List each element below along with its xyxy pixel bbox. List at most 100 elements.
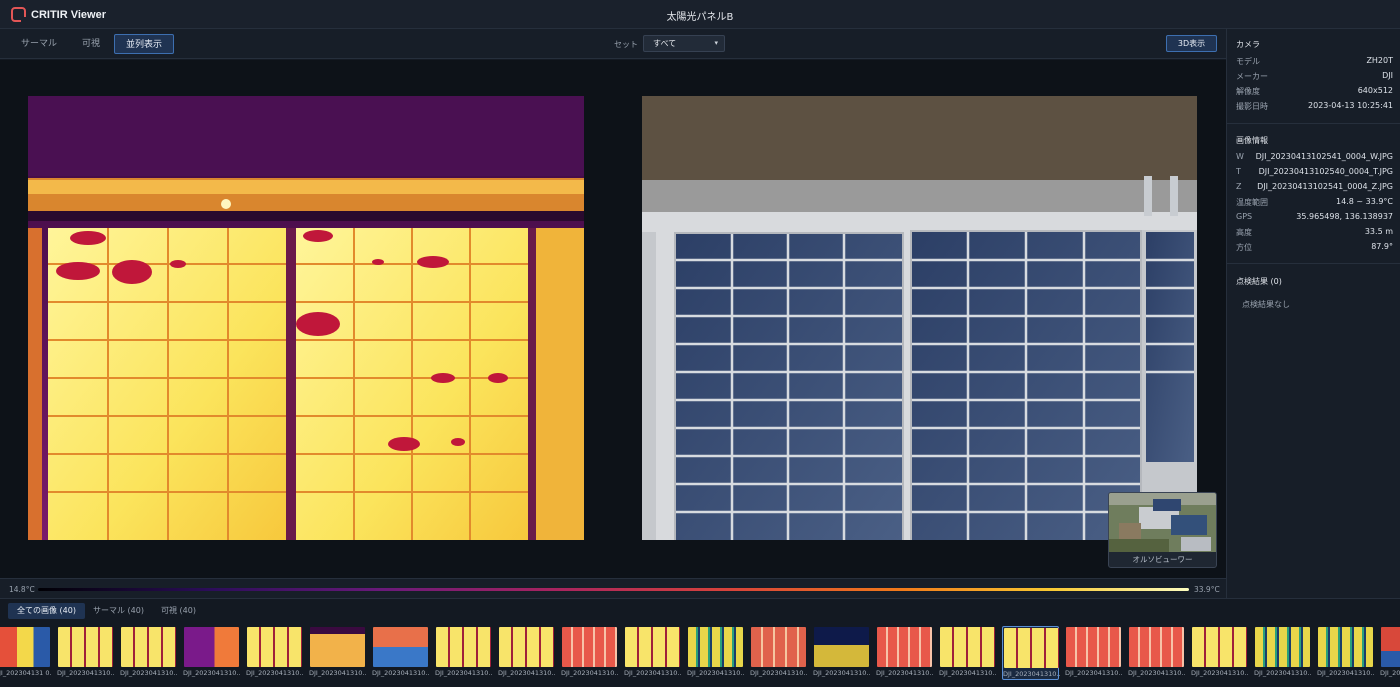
inspection-section-title: 点検結果 (0) bbox=[1236, 277, 1282, 286]
tab-visible[interactable]: 可視 bbox=[75, 34, 107, 54]
ortho-map-image bbox=[1109, 493, 1216, 552]
set-select[interactable]: すべて ▾ bbox=[643, 35, 725, 52]
thumbnail-label: DJI_2023041310... bbox=[1380, 669, 1400, 677]
visible-image-graphic bbox=[642, 96, 1197, 540]
thumbnail-image bbox=[1192, 627, 1247, 667]
filter-tab-thermal[interactable]: サーマル (40) bbox=[84, 603, 153, 619]
thumbnail[interactable]: DJI_2023041310... bbox=[1317, 626, 1374, 680]
thumbnail[interactable]: DJI_2023041310... bbox=[624, 626, 681, 680]
section-divider bbox=[1227, 123, 1400, 124]
thumbnail[interactable]: DJI_2023041310... bbox=[939, 626, 996, 680]
thumbnail-image bbox=[751, 627, 806, 667]
section-divider bbox=[1227, 263, 1400, 264]
camera-section-title: カメラ bbox=[1236, 40, 1260, 49]
thumbnail-image bbox=[310, 627, 365, 667]
thumbnail-label: DJI_2023041310... bbox=[1191, 669, 1248, 677]
thumbnail-label: DJI_2023041310... bbox=[1128, 669, 1185, 677]
thumbnail[interactable]: DJI_2023041310... bbox=[309, 626, 366, 680]
thumbnail-label: DJI_2023041310... bbox=[1003, 670, 1060, 678]
row-value: 640x512 bbox=[1357, 86, 1393, 95]
thumbnail[interactable]: DJI_2023041310... bbox=[246, 626, 303, 680]
color-scale-gradient bbox=[38, 588, 1189, 591]
thumbnail[interactable]: DJI_2023041310... bbox=[1065, 626, 1122, 680]
camera-maker-row: メーカー DJI bbox=[1236, 71, 1393, 86]
heading-row: 方位 87.9° bbox=[1236, 242, 1393, 257]
thumbnail-image bbox=[1004, 628, 1059, 668]
thumbnail-image bbox=[0, 627, 50, 667]
thumbnail-label: DJI_2023041310... bbox=[687, 669, 744, 677]
thumbnail[interactable]: DJI_2023041310... bbox=[876, 626, 933, 680]
thumbnail-label: DJI_2023041310... bbox=[813, 669, 870, 677]
thumbnail[interactable]: DJI_202304131 0... bbox=[0, 626, 51, 680]
row-value: 14.8 ~ 33.9°C bbox=[1336, 197, 1393, 206]
thumbnail-label: DJI_2023041310... bbox=[372, 669, 429, 677]
thumbnail-label: DJI_2023041310... bbox=[624, 669, 681, 677]
row-key: W bbox=[1236, 152, 1244, 161]
thumbnail[interactable]: DJI_2023041310... bbox=[1380, 626, 1400, 680]
thumbnail-label: DJI_2023041310... bbox=[498, 669, 555, 677]
thumbnail[interactable]: DJI_2023041310... bbox=[435, 626, 492, 680]
thumbnail-label: DJI_2023041310... bbox=[57, 669, 114, 677]
thumbnail[interactable]: DJI_2023041310... bbox=[183, 626, 240, 680]
tab-thermal[interactable]: サーマル bbox=[12, 34, 66, 54]
thumbnail-image bbox=[58, 627, 113, 667]
row-key: T bbox=[1236, 167, 1241, 176]
filter-tab-visible[interactable]: 可視 (40) bbox=[152, 603, 205, 619]
image-filmstrip: 全ての画像 (40) サーマル (40) 可視 (40) DJI_2023041… bbox=[0, 598, 1400, 687]
visible-image[interactable] bbox=[642, 96, 1197, 540]
row-value: 35.965498, 136.138937 bbox=[1296, 212, 1393, 221]
thumbnail-image bbox=[1129, 627, 1184, 667]
thumbnail[interactable]: DJI_2023041310... bbox=[687, 626, 744, 680]
row-key: メーカー bbox=[1236, 72, 1268, 81]
thumbnail[interactable]: DJI_2023041310... bbox=[120, 626, 177, 680]
row-value: 33.5 m bbox=[1364, 227, 1393, 236]
row-key: モデル bbox=[1236, 57, 1260, 66]
filter-tab-all[interactable]: 全ての画像 (40) bbox=[8, 603, 85, 619]
camera-model-row: モデル ZH20T bbox=[1236, 56, 1393, 71]
inspection-empty-message: 点検結果なし bbox=[1242, 300, 1290, 309]
scale-min-label: 14.8°C bbox=[9, 585, 35, 594]
thumbnail[interactable]: DJI_2023041310... bbox=[57, 626, 114, 680]
image-w-row: W DJI_20230413102541_0004_W.JPG bbox=[1236, 152, 1393, 167]
image-z-row: Z DJI_20230413102541_0004_Z.JPG bbox=[1236, 182, 1393, 197]
thumbnail-image bbox=[373, 627, 428, 667]
row-key: 撮影日時 bbox=[1236, 102, 1268, 111]
temperature-scale: 14.8°C 33.9°C bbox=[0, 578, 1226, 598]
thumbnail-image bbox=[940, 627, 995, 667]
thumbnail-image bbox=[121, 627, 176, 667]
thumbnail-label: DJI_2023041310... bbox=[1317, 669, 1374, 677]
thumbnail-image bbox=[625, 627, 680, 667]
row-key: 方位 bbox=[1236, 243, 1252, 252]
thumbnail[interactable]: DJI_2023041310... bbox=[498, 626, 555, 680]
thumbnail[interactable]: DJI_2023041310... bbox=[561, 626, 618, 680]
thumbnail[interactable]: DJI_2023041310... bbox=[1128, 626, 1185, 680]
scale-max-label: 33.9°C bbox=[1194, 585, 1220, 594]
thumbnail-label: DJI_2023041310... bbox=[120, 669, 177, 677]
temperature-range-row: 温度範囲 14.8 ~ 33.9°C bbox=[1236, 197, 1393, 212]
view-3d-button[interactable]: 3D表示 bbox=[1166, 35, 1217, 52]
tab-side-by-side[interactable]: 並列表示 bbox=[114, 34, 174, 54]
thumbnail-image bbox=[814, 627, 869, 667]
document-title: 太陽光パネルB bbox=[666, 12, 734, 23]
thumbnail-label: DJI_2023041310... bbox=[309, 669, 366, 677]
thumbnail-label: DJI_202304131 0... bbox=[0, 669, 51, 677]
row-value: DJI_20230413102540_0004_T.JPG bbox=[1258, 167, 1393, 176]
thumbnail-label: DJI_2023041310... bbox=[876, 669, 933, 677]
thermal-image-graphic bbox=[28, 96, 584, 540]
thumbnail-label: DJI_2023041310... bbox=[939, 669, 996, 677]
ortho-viewer-label: オルソビューワー bbox=[1132, 555, 1193, 564]
thermal-image[interactable] bbox=[28, 96, 584, 540]
thumbnail-label: DJI_2023041310... bbox=[183, 669, 240, 677]
row-value: 87.9° bbox=[1371, 242, 1393, 251]
ortho-viewer[interactable]: オルソビューワー bbox=[1108, 492, 1217, 568]
thumbnail[interactable]: DJI_2023041310... bbox=[750, 626, 807, 680]
thumbnail[interactable]: DJI_2023041310... bbox=[1254, 626, 1311, 680]
thumbnail-label: DJI_2023041310... bbox=[246, 669, 303, 677]
thumbnail[interactable]: DJI_2023041310... bbox=[372, 626, 429, 680]
thumbnail[interactable]: DJI_2023041310... bbox=[1191, 626, 1248, 680]
row-key: Z bbox=[1236, 182, 1242, 191]
thumbnail-image bbox=[1381, 627, 1400, 667]
thumbnail-label: DJI_2023041310... bbox=[1065, 669, 1122, 677]
thumbnail[interactable]: DJI_2023041310... bbox=[1002, 626, 1060, 680]
thumbnail[interactable]: DJI_2023041310... bbox=[813, 626, 870, 680]
